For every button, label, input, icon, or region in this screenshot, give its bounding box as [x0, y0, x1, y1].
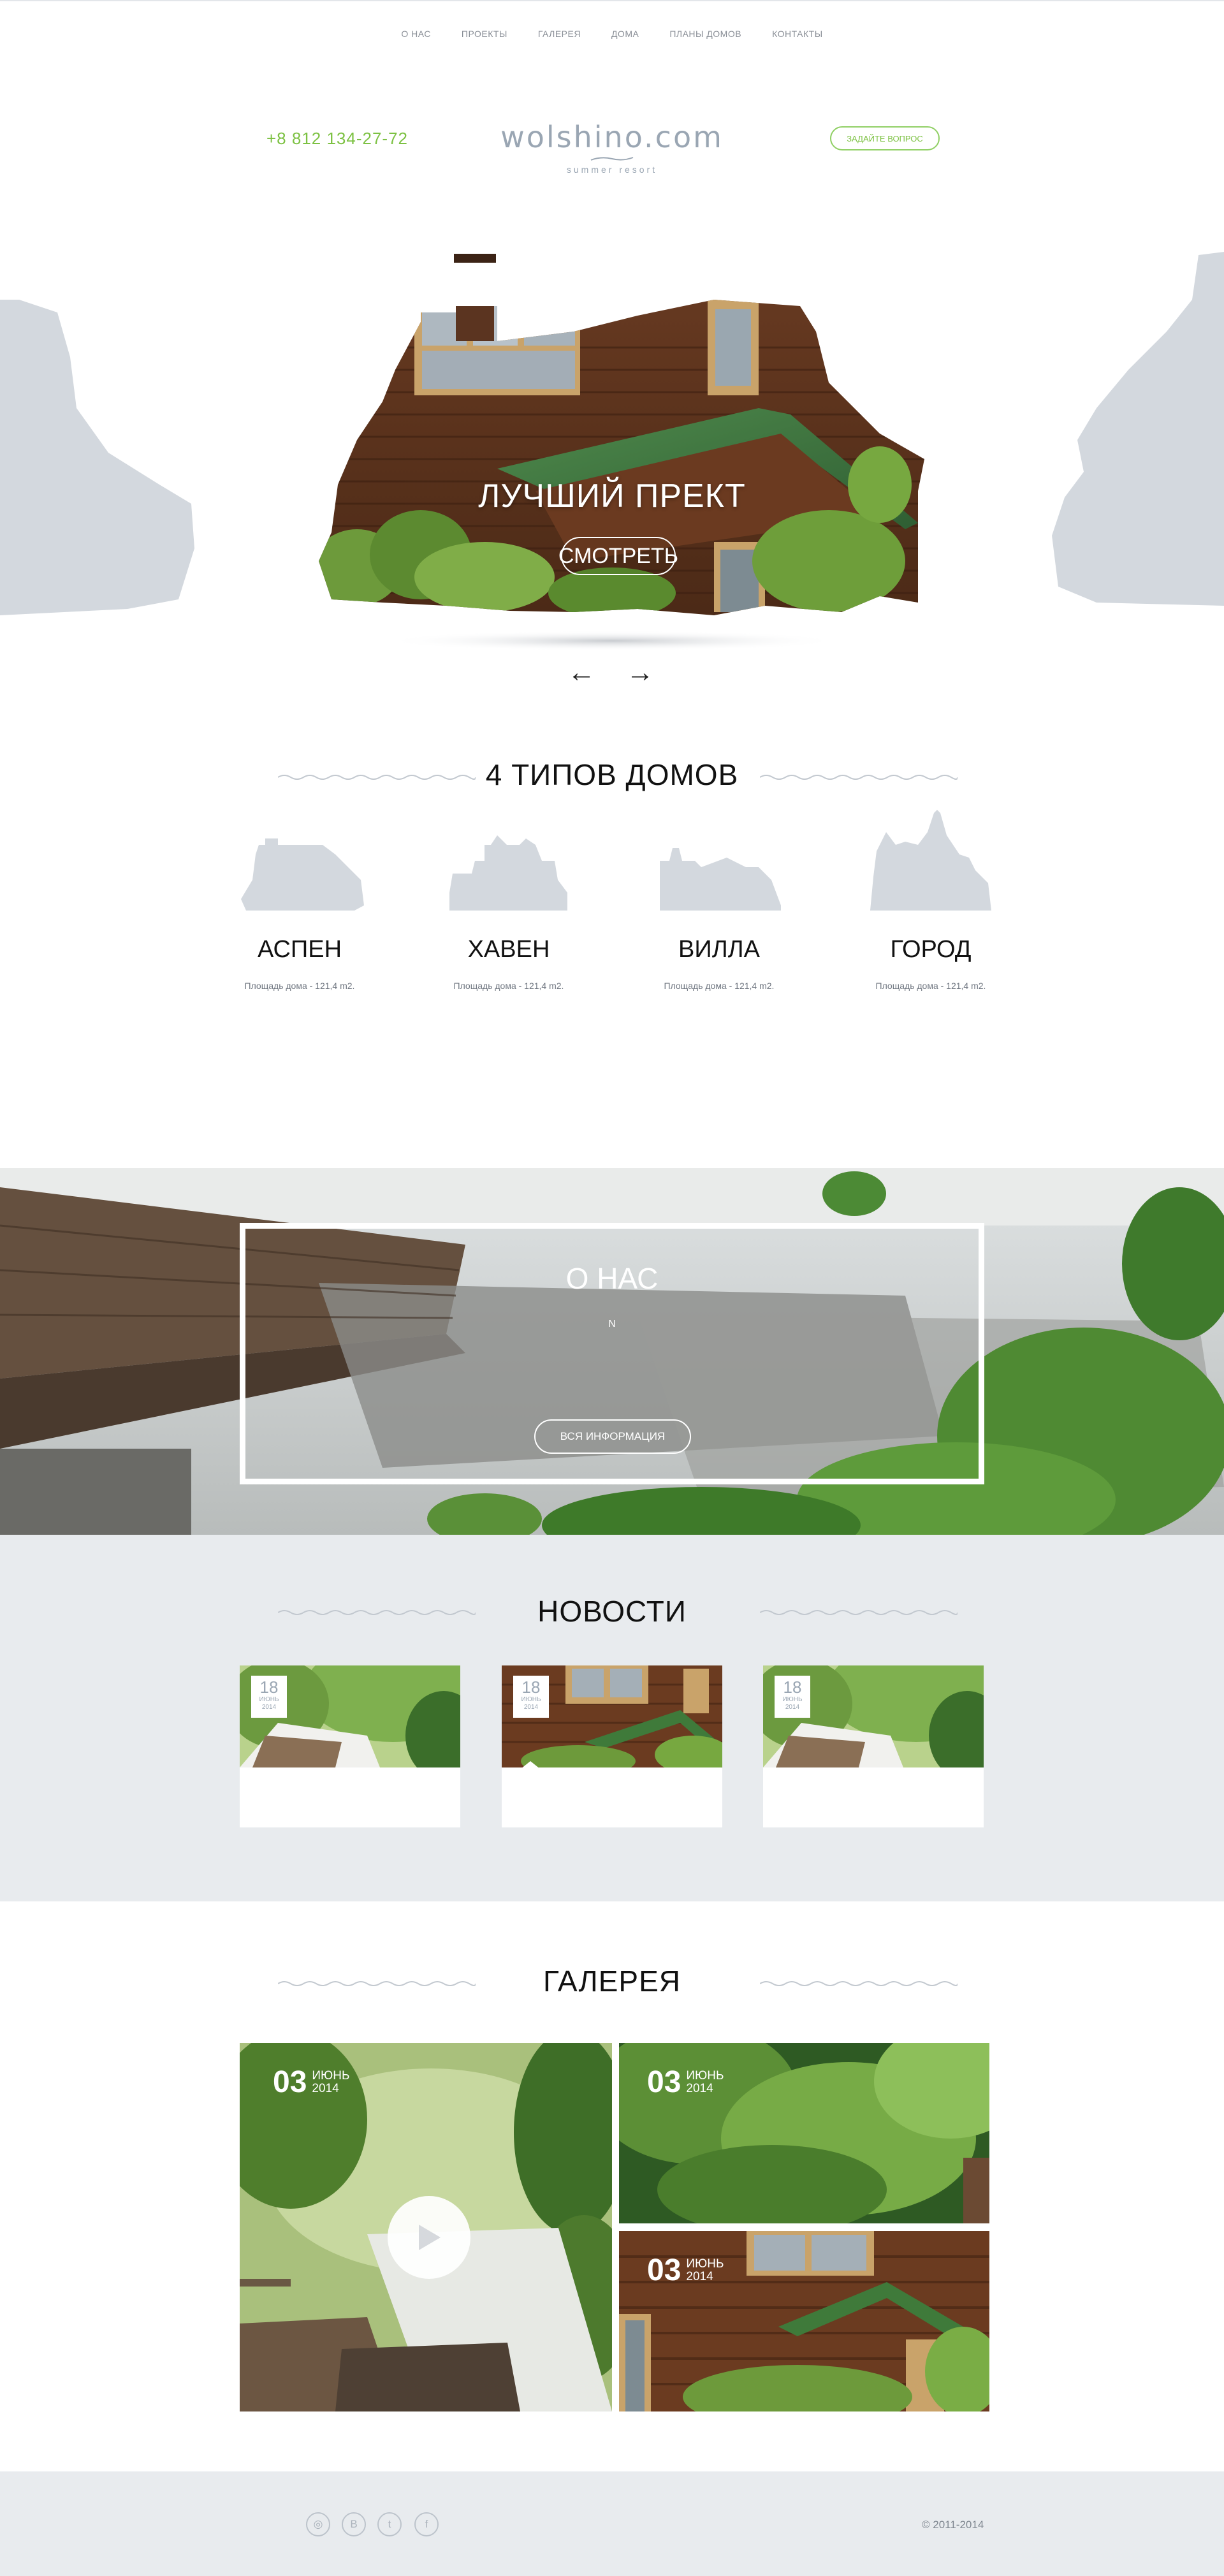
type-area-villa: Площадь дома - 121,4 m2. — [664, 981, 775, 991]
gallery-day: 03 — [647, 2253, 681, 2287]
logo-tagline: summer resort — [566, 165, 658, 175]
gallery-date: 03 ИЮНЬ 2014 — [647, 2255, 724, 2286]
house-silhouette-icon[interactable] — [657, 810, 784, 915]
twitter-icon[interactable]: t — [377, 2512, 402, 2536]
hero-house-image — [319, 300, 924, 615]
type-area-haven: Площадь дома - 121,4 m2. — [453, 981, 564, 991]
type-area-gorod: Площадь дома - 121,4 m2. — [875, 981, 986, 991]
gallery-title: ГАЛЕРЕЯ — [543, 1965, 681, 1998]
news-card[interactable]: 18 ИЮНЬ 2014 — [240, 1665, 460, 1827]
phone-number[interactable]: +8 812 134-27-72 — [266, 129, 408, 149]
gallery-day: 03 — [647, 2065, 681, 2099]
site-logo[interactable]: wolshino.com summer resort — [484, 120, 740, 175]
house-silhouette-icon[interactable] — [446, 810, 574, 915]
section-divider-right — [760, 1981, 958, 1986]
news-day: 18 — [259, 1678, 279, 1697]
type-name-aspen[interactable]: АСПЕН — [204, 936, 395, 963]
gallery-year: 2014 — [686, 2270, 713, 2283]
copyright: © 2011-2014 — [922, 2519, 984, 2531]
gallery-date: 03 ИЮНЬ 2014 — [647, 2067, 724, 2098]
type-name-haven[interactable]: ХАВЕН — [413, 936, 604, 963]
types-title: 4 ТИПОВ ДОМОВ — [485, 758, 739, 791]
logo-swoosh-icon — [590, 157, 634, 161]
about-title: О НАС — [565, 1262, 659, 1295]
nav-item-contacts[interactable]: КОНТАКТЫ — [757, 26, 838, 45]
news-card[interactable]: 18 ИЮНЬ 2014 — [763, 1665, 984, 1827]
news-year: 2014 — [261, 1704, 277, 1711]
top-border — [0, 0, 1224, 1]
type-name-gorod[interactable]: ГОРОД — [835, 936, 1026, 963]
gallery-date: 03 ИЮНЬ 2014 — [273, 2067, 349, 2098]
hero-title: ЛУЧШИЙ ПРЕКТ — [478, 478, 746, 515]
gallery-month: ИЮНЬ — [312, 2069, 350, 2082]
gallery-month: ИЮНЬ — [686, 2257, 724, 2271]
gallery-day: 03 — [273, 2065, 307, 2099]
type-area-aspen: Площадь дома - 121,4 m2. — [244, 981, 355, 991]
nav-item-projects[interactable]: ПРОЕКТЫ — [446, 26, 523, 45]
gallery-month: ИЮНЬ — [686, 2069, 724, 2082]
about-more-button[interactable]: ВСЯ ИНФОРМАЦИЯ — [534, 1419, 691, 1454]
logo-text: wolshino.com — [500, 120, 724, 154]
main-nav: О НАС ПРОЕКТЫ ГАЛЕРЕЯ ДОМА ПЛАНЫ ДОМОВ К… — [0, 26, 1224, 45]
nav-item-houses[interactable]: ДОМА — [596, 26, 654, 45]
gallery-item[interactable]: 03 ИЮНЬ 2014 — [619, 2231, 989, 2411]
gallery-year: 2014 — [686, 2082, 713, 2095]
news-day: 18 — [783, 1678, 802, 1697]
slider-next-arrow-icon[interactable]: → — [626, 657, 654, 689]
footer — [0, 2471, 1224, 2576]
instagram-icon[interactable]: ◎ — [306, 2512, 330, 2536]
play-icon — [419, 2225, 441, 2250]
section-divider-right — [760, 775, 958, 780]
news-month: ИЮНЬ — [259, 1696, 279, 1703]
slider-prev-arrow-icon[interactable]: ← — [567, 657, 595, 689]
news-day: 18 — [521, 1678, 541, 1697]
type-name-villa[interactable]: ВИЛЛА — [623, 936, 815, 963]
hero-view-button[interactable]: СМОТРЕТЬ — [558, 537, 678, 575]
news-date-badge: 18 ИЮНЬ 2014 — [513, 1676, 549, 1718]
vk-icon[interactable]: B — [342, 2512, 366, 2536]
gallery-item[interactable]: 03 ИЮНЬ 2014 — [619, 2043, 989, 2223]
prev-slide-silhouette — [0, 300, 194, 615]
chimney — [454, 254, 496, 263]
news-year: 2014 — [785, 1704, 800, 1711]
ask-question-button[interactable]: ЗАДАЙТЕ ВОПРОС — [830, 126, 940, 150]
news-date-badge: 18 ИЮНЬ 2014 — [251, 1676, 287, 1718]
news-month: ИЮНЬ — [782, 1696, 803, 1703]
gallery-year: 2014 — [312, 2082, 339, 2095]
hero-shadow — [382, 631, 841, 651]
next-slide-silhouette — [1052, 252, 1224, 606]
news-month: ИЮНЬ — [521, 1696, 541, 1703]
news-title: НОВОСТИ — [537, 1595, 687, 1628]
active-pointer-icon — [521, 1761, 540, 1769]
news-date-badge: 18 ИЮНЬ 2014 — [775, 1676, 810, 1718]
hero-slider — [0, 252, 1224, 651]
section-divider-right — [760, 1610, 958, 1615]
news-card[interactable]: 18 ИЮНЬ 2014 — [502, 1665, 722, 1827]
play-video-button[interactable] — [388, 2196, 470, 2279]
house-silhouette-icon[interactable] — [867, 807, 994, 915]
nav-item-gallery[interactable]: ГАЛЕРЕЯ — [523, 26, 596, 45]
house-silhouette-icon[interactable] — [240, 810, 367, 915]
nav-item-house-plans[interactable]: ПЛАНЫ ДОМОВ — [654, 26, 757, 45]
nav-item-about[interactable]: О НАС — [386, 26, 446, 45]
news-year: 2014 — [523, 1704, 539, 1711]
about-text: N — [608, 1319, 616, 1329]
facebook-icon[interactable]: f — [414, 2512, 439, 2536]
